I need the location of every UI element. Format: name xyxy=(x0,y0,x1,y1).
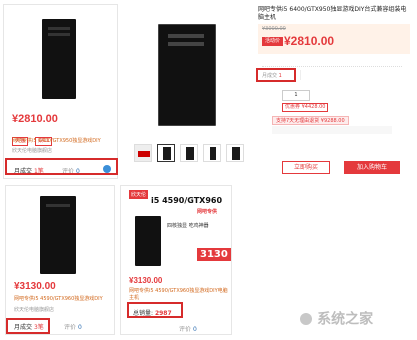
product-price: ¥3130.00 xyxy=(129,276,163,285)
drive-bay xyxy=(46,204,70,207)
product-card-bottom-left[interactable]: ¥3130.00 网吧专供i5 4590/GTX960独显游戏DIY 欣天伦电脑… xyxy=(5,185,115,335)
thumbnail-4[interactable] xyxy=(203,144,221,162)
thumbnail-3[interactable] xyxy=(180,144,198,162)
front-panel xyxy=(168,34,204,38)
divider xyxy=(300,70,409,80)
pc-tower-image xyxy=(135,216,161,266)
front-panel xyxy=(168,42,204,46)
highlight-sales-top-left xyxy=(5,158,118,175)
main-product-image[interactable] xyxy=(130,4,250,134)
product-title[interactable]: 网吧专供i5 6400/GTX950独显游戏DIY xyxy=(12,137,116,144)
promo-label: 活动价 xyxy=(262,37,284,46)
review-value: 0 xyxy=(77,324,82,331)
banner-sub: 网吧专供 xyxy=(197,209,218,215)
price-box: ¥3000.00 活动价 ¥2810.00 xyxy=(258,24,410,54)
drive-bay xyxy=(48,27,70,30)
banner-price: 3130 xyxy=(197,248,231,261)
delivery-row xyxy=(262,60,402,67)
highlight-total-sales xyxy=(127,302,183,318)
product-price: ¥2810.00 xyxy=(12,113,58,125)
highlight-sales-detail xyxy=(256,68,296,82)
product-image[interactable] xyxy=(34,19,86,101)
thumbnail-2[interactable] xyxy=(157,144,175,162)
detail-title: 网吧专供i5 6400/GTX950独显游戏DIY台式兼容组装电脑主机 xyxy=(258,6,407,21)
buy-now-button[interactable]: 立即购买 xyxy=(282,161,330,174)
watermark-logo: 系统之家 xyxy=(300,308,373,329)
detail-price: ¥2810.00 xyxy=(284,34,335,48)
thumbnail-strip xyxy=(134,144,254,164)
orig-price: ¥3000.00 xyxy=(262,26,286,32)
pc-tower-image xyxy=(42,19,76,99)
review-value: 0 xyxy=(192,326,197,333)
pc-tower-image xyxy=(158,24,216,126)
thumbnail-1[interactable] xyxy=(134,144,152,162)
option-row xyxy=(272,126,392,134)
banner-title: i5 4590/GTX960 xyxy=(151,196,223,205)
service-note: 支持7天无理由退货 ¥9288.00 xyxy=(272,116,349,125)
shop-name[interactable]: 欣天伦电脑旗舰店 xyxy=(12,147,52,154)
product-image[interactable] xyxy=(34,196,84,276)
add-to-cart-button[interactable]: 加入购物车 xyxy=(344,161,400,174)
review-label: 评价 xyxy=(64,324,77,331)
product-detail-page: 网吧专供i5 6400/GTX950独显游戏DIY台式兼容组装电脑主机 ¥300… xyxy=(122,4,414,179)
banner-image[interactable]: 欣天伦 i5 4590/GTX960 网吧专供 四核独显 吃鸡神器 3130 xyxy=(127,188,231,268)
review-count: 评价 0 xyxy=(64,322,82,331)
product-title[interactable]: 网吧专供i5 4590/GTX960独显游戏DIY xyxy=(14,295,112,302)
product-card-top-left[interactable]: ¥2810.00 天猫 双11 网吧专供i5 6400/GTX950独显游戏DI… xyxy=(3,4,118,179)
review-count: 评价 0 xyxy=(179,324,197,333)
banner-line: 四核独显 吃鸡神器 xyxy=(167,223,209,229)
pc-tower-image xyxy=(40,196,76,274)
review-label: 评价 xyxy=(179,326,192,333)
thumbnail-5[interactable] xyxy=(226,144,244,162)
shop-name[interactable]: 欣天伦电脑旗舰店 xyxy=(14,306,54,313)
watermark-text: 系统之家 xyxy=(317,311,374,328)
coupon-row[interactable]: 优惠券 ¥4428.00 xyxy=(282,103,330,112)
watermark-icon xyxy=(300,312,312,325)
product-price: ¥3130.00 xyxy=(14,281,56,292)
highlight-sales-bottom-left xyxy=(6,318,50,334)
drive-bay xyxy=(48,33,70,36)
brand-badge: 欣天伦 xyxy=(129,190,149,199)
product-title[interactable]: 网吧专供i5 4590/GTX960独显游戏DIY电脑主机 xyxy=(129,287,229,301)
quantity-stepper[interactable]: 1 xyxy=(282,90,310,101)
coupon-tag: 优惠券 ¥4428.00 xyxy=(282,103,329,112)
